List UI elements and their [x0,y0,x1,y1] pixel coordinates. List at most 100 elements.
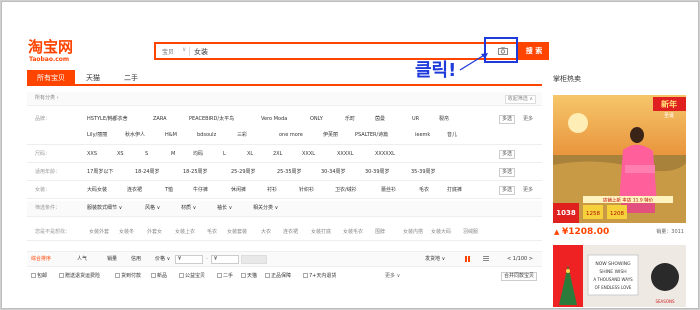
sort-sales[interactable]: 销量 [107,256,117,263]
type-item[interactable]: 连衣裙 [127,187,142,194]
related-item[interactable]: 女装套装 [227,229,247,236]
price-min-input[interactable]: ¥ [175,255,203,264]
age-item[interactable]: 18-24周岁 [135,169,160,176]
related-item[interactable]: 连衣裙 [283,229,298,236]
type-item[interactable]: 毛衣 [419,187,429,194]
brand-multi-select-button[interactable]: 多选 [499,115,516,124]
brand-item[interactable]: 裂帛 [439,116,449,123]
brand-item[interactable]: 茵曼 [375,116,385,123]
tab-secondhand[interactable]: 二手 [117,70,145,86]
type-item[interactable]: 针织衫 [299,187,314,194]
size-multi-select-button[interactable]: 多选 [499,150,516,159]
related-item[interactable]: 女装上衣 [175,229,195,236]
brand-item[interactable]: UR [412,116,419,123]
option-dropdown[interactable]: 风格 ∨ [145,205,160,212]
collapse-filter-button[interactable]: 收起筛选 ∧ [504,95,536,104]
type-item[interactable]: 蕾丝衫 [381,187,396,194]
type-item[interactable]: 打底裤 [447,187,462,194]
brand-item[interactable]: PEACEBIRD/太平鸟 [189,116,234,123]
page-indicator[interactable]: < 1/100 > [507,256,533,263]
related-item[interactable]: 女装打底 [311,229,331,236]
brand-item[interactable]: bdsoulz [197,132,216,139]
related-item[interactable]: 毛衣 [207,229,217,236]
type-more-button[interactable]: 更多 [523,187,533,194]
ship-from-dropdown[interactable]: 发货地 ∨ [425,256,445,263]
checkbox-tmall[interactable]: 天猫 [241,273,257,280]
tab-tmall[interactable]: 天猫 [79,70,107,86]
more-options-button[interactable]: 更多 ∨ [385,273,400,280]
brand-item[interactable]: 音儿 [447,132,457,139]
brand-item[interactable]: one more [279,132,303,139]
related-item[interactable]: 女装大码 [431,229,451,236]
related-item[interactable]: 女装毛衣 [343,229,363,236]
age-item[interactable]: 25-35周岁 [277,169,302,176]
search-button[interactable]: 搜 索 [519,42,549,60]
brand-more-button[interactable]: 更多 [523,116,533,123]
brand-item[interactable]: H&M [165,132,177,139]
related-item[interactable]: 羽绒服 [463,229,478,236]
search-input[interactable]: 女装 [194,47,208,57]
option-dropdown[interactable]: 相关分类 ∨ [253,205,278,212]
brand-item[interactable]: ONLY [310,116,323,123]
size-item[interactable]: 2XL [273,151,282,158]
age-item[interactable]: 18-25周岁 [183,169,208,176]
brand-item[interactable]: PSALTER/诗篇 [355,132,388,139]
age-item[interactable]: 25-29周岁 [231,169,256,176]
size-item[interactable]: XXXXL [337,151,354,158]
type-multi-select-button[interactable]: 多选 [499,186,516,195]
sort-popularity[interactable]: 人气 [77,256,87,263]
merge-same-items-button[interactable]: 合并同款宝贝 [501,272,538,281]
related-item[interactable]: 女装冬 [119,229,134,236]
brand-item[interactable]: 三彩 [237,132,247,139]
size-item[interactable]: L [223,151,226,158]
checkbox-return-insurance[interactable]: 赠送退货运费险 [59,273,100,280]
type-item[interactable]: 休闲裤 [231,187,246,194]
checkbox-cod[interactable]: 货到付款 [115,273,141,280]
brand-item[interactable]: 秋水伊人 [125,132,145,139]
sort-credit[interactable]: 信用 [131,256,141,263]
age-item[interactable]: 30-39周岁 [365,169,390,176]
brand-item[interactable]: 伊芙丽 [323,132,338,139]
brand-item[interactable]: 乐町 [345,116,355,123]
type-item[interactable]: 衬衫 [267,187,277,194]
tab-all[interactable]: 所有宝贝 [27,70,75,86]
type-item[interactable]: 牛仔裤 [193,187,208,194]
grid-view-icon[interactable] [465,256,471,262]
related-item[interactable]: 外套女 [147,229,162,236]
checkbox-authentic[interactable]: 正品保障 [265,273,291,280]
age-item[interactable]: 35-39周岁 [411,169,436,176]
related-item[interactable]: 围脖 [375,229,385,236]
brand-item[interactable]: ZARA [153,116,167,123]
brand-item[interactable]: ieemk [415,132,430,139]
brand-item[interactable]: Lily/丽丽 [87,132,107,139]
size-item[interactable]: 均码 [193,151,203,158]
age-item[interactable]: 17周岁以下 [87,169,113,176]
sort-default[interactable]: 综合排序 [31,256,51,263]
type-item[interactable]: T恤 [165,187,173,194]
checkbox-7day-return[interactable]: 7+天内退货 [303,273,336,280]
sort-price[interactable]: 价格 ∨ [155,256,170,263]
price-max-input[interactable]: ¥ [211,255,239,264]
option-dropdown[interactable]: 服装款式细节 ∨ [87,205,122,212]
option-dropdown[interactable]: 袖长 ∨ [217,205,232,212]
age-item[interactable]: 30-34周岁 [321,169,346,176]
ad-image-2[interactable]: NOW SHOWING SHINE WISH A THOUSAND WAYS O… [553,245,686,307]
brand-item[interactable]: HSTYLE/韩都衣舍 [87,116,128,123]
option-dropdown[interactable]: 材质 ∨ [181,205,196,212]
type-item[interactable]: 大码女装 [87,187,107,194]
size-item[interactable]: XXXXXL [375,151,395,158]
size-item[interactable]: XXXL [302,151,315,158]
size-item[interactable]: XL [247,151,253,158]
size-item[interactable]: M [171,151,175,158]
related-item[interactable]: 女装外套 [89,229,109,236]
size-item[interactable]: XS [117,151,124,158]
checkbox-free-shipping[interactable]: 包邮 [31,273,47,280]
search-category-select[interactable]: 宝贝 [162,47,174,56]
taobao-logo[interactable]: 淘宝网 [28,39,73,55]
list-view-icon[interactable] [483,256,489,262]
type-item[interactable]: 卫衣/绒衫 [335,187,357,194]
checkbox-charity[interactable]: 公益宝贝 [179,273,205,280]
size-item[interactable]: S [145,151,148,158]
brand-item[interactable]: Vero Moda [261,116,287,123]
size-item[interactable]: XXS [87,151,97,158]
